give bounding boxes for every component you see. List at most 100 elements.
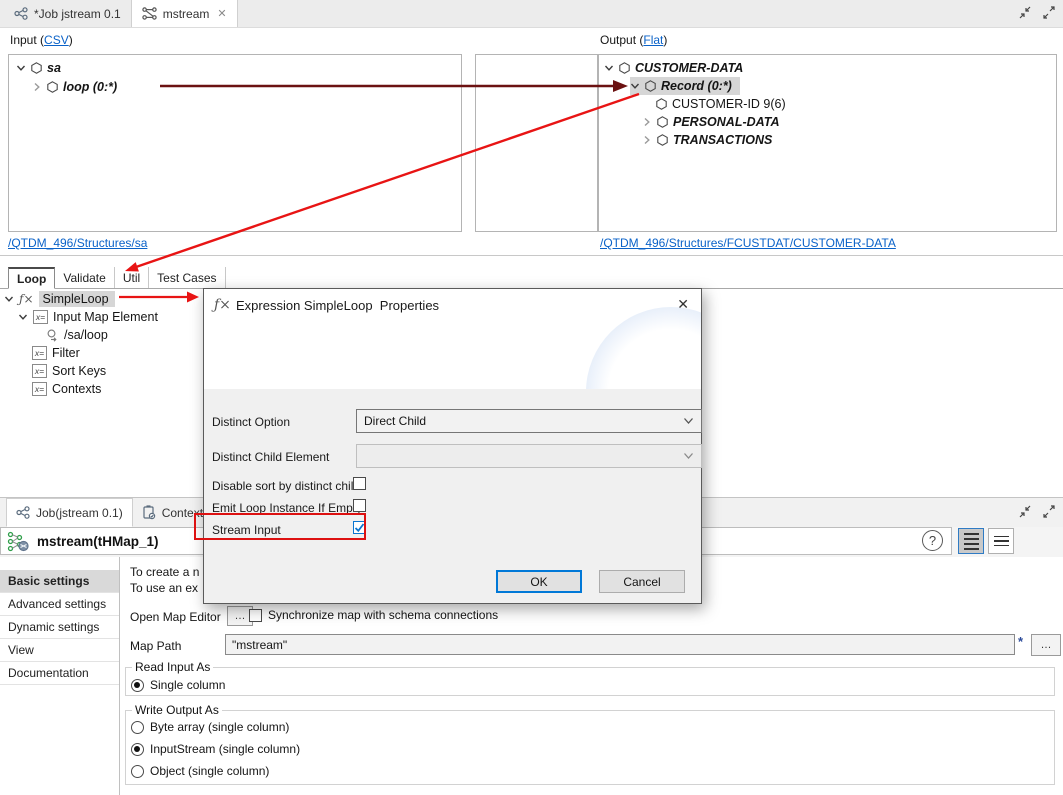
decorative-gradient xyxy=(586,307,701,389)
tree-item-label: loop (0:*) xyxy=(63,80,117,94)
tab-job-jstream[interactable]: *Job jstream 0.1 xyxy=(4,0,131,27)
minimize-view-icon[interactable] xyxy=(1017,5,1033,23)
thmap-component-icon xyxy=(7,531,29,552)
hexagon-icon xyxy=(657,134,668,146)
tree-item-contexts[interactable]: x= Contexts xyxy=(32,380,101,398)
tab-mstream[interactable]: mstream ✕ xyxy=(131,0,238,27)
tab-label: Loop xyxy=(17,272,46,286)
sidebar-item-basic-settings[interactable]: Basic settings xyxy=(0,570,119,593)
tree-item-filter[interactable]: x= Filter xyxy=(32,344,80,362)
map-path-browse-button[interactable]: … xyxy=(1031,634,1061,656)
map-path-field[interactable]: "mstream" xyxy=(225,634,1015,655)
sidebar-item-documentation[interactable]: Documentation xyxy=(0,662,119,685)
tab-util[interactable]: Util xyxy=(115,267,149,288)
minimize-view-icon[interactable] xyxy=(1017,504,1033,522)
input-structure-link[interactable]: /QTDM_496/Structures/sa xyxy=(8,236,147,250)
object-radio[interactable] xyxy=(131,765,144,778)
chevron-right-icon xyxy=(32,82,42,92)
input-label: Input ( xyxy=(10,33,44,47)
bar xyxy=(964,533,979,535)
sidebar-item-view[interactable]: View xyxy=(0,639,119,662)
tree-item-label: /sa/loop xyxy=(64,328,108,342)
tab-label: Validate xyxy=(63,271,105,285)
fx-icon: ƒ× xyxy=(214,299,231,311)
variable-icon: x= xyxy=(32,364,47,378)
tree-item-loop[interactable]: loop (0:*) xyxy=(32,78,117,96)
dialog-title: Expression SimpleLoop Properties xyxy=(236,298,439,313)
tab-loop[interactable]: Loop xyxy=(8,267,55,289)
chevron-down-icon xyxy=(683,417,694,425)
disable-sort-label: Disable sort by distinct child xyxy=(212,479,360,493)
tree-item-label: Sort Keys xyxy=(52,364,106,378)
distinct-option-select[interactable]: Direct Child xyxy=(356,409,702,433)
hexagon-icon xyxy=(657,116,668,128)
tree-item-input-map-element[interactable]: x= Input Map Element xyxy=(18,308,158,326)
write-object-option: Object (single column) xyxy=(131,763,269,779)
tree-item-label: Filter xyxy=(52,346,80,360)
tab-label: Util xyxy=(123,271,140,285)
tab-label: Test Cases xyxy=(157,271,216,285)
byte-array-radio[interactable] xyxy=(131,721,144,734)
tree-item-sa-loop-path[interactable]: /sa/loop xyxy=(46,326,108,344)
tree-item-label: CUSTOMER-ID 9(6) xyxy=(672,97,786,111)
chevron-down-icon xyxy=(4,294,14,304)
hint-text-line1: To create a n xyxy=(130,565,199,579)
bar xyxy=(964,548,979,550)
hexagon-icon xyxy=(31,62,42,74)
tree-item-sa[interactable]: sa xyxy=(16,59,61,77)
hexagon-icon xyxy=(47,81,58,93)
tab-label: Job(jstream 0.1) xyxy=(36,506,123,520)
maximize-view-icon[interactable] xyxy=(1041,504,1057,522)
help-icon[interactable]: ? xyxy=(922,530,943,551)
emit-loop-checkbox[interactable] xyxy=(353,499,366,512)
sidebar-item-dynamic-settings[interactable]: Dynamic settings xyxy=(0,616,119,639)
hint-text-line2: To use an ex xyxy=(130,581,198,595)
tree-item-simpleloop[interactable]: ƒ× SimpleLoop xyxy=(4,290,115,308)
tab-test-cases[interactable]: Test Cases xyxy=(149,267,225,288)
output-structure-link[interactable]: /QTDM_496/Structures/FCUSTDAT/CUSTOMER-D… xyxy=(600,236,896,250)
tree-item-label: CUSTOMER-DATA xyxy=(635,61,743,75)
distinct-child-select[interactable] xyxy=(356,444,702,468)
close-icon[interactable]: ✕ xyxy=(677,296,689,313)
write-output-as-legend: Write Output As xyxy=(132,703,222,717)
tree-item-customer-id[interactable]: CUSTOMER-ID 9(6) xyxy=(656,95,786,113)
tree-item-customer-data[interactable]: CUSTOMER-DATA xyxy=(604,59,743,77)
output-panel-header: Output (Flat) xyxy=(600,33,667,47)
map-path-label: Map Path xyxy=(130,639,181,653)
tree-item-label: TRANSACTIONS xyxy=(673,133,772,147)
cancel-button[interactable]: Cancel xyxy=(599,570,685,593)
chevron-right-icon xyxy=(642,117,652,127)
tree-item-transactions[interactable]: TRANSACTIONS xyxy=(642,131,772,149)
app-window: *Job jstream 0.1 mstream ✕ xyxy=(0,0,1063,795)
tree-item-sort-keys[interactable]: x= Sort Keys xyxy=(32,362,106,380)
input-format-link[interactable]: CSV xyxy=(44,33,69,47)
variable-icon: x= xyxy=(32,346,47,360)
sync-map-checkbox[interactable] xyxy=(249,609,262,622)
component-title: mstream(tHMap_1) xyxy=(37,534,159,549)
tab-job-view[interactable]: Job(jstream 0.1) xyxy=(6,498,133,527)
close-tab-icon[interactable]: ✕ xyxy=(217,7,226,20)
ok-button[interactable]: OK xyxy=(496,570,582,593)
tree-item-label: PERSONAL-DATA xyxy=(673,115,779,129)
disable-sort-checkbox[interactable] xyxy=(353,477,366,490)
variable-icon: x= xyxy=(32,382,47,396)
single-column-label: Single column xyxy=(150,678,225,692)
sync-map-option: Synchronize map with schema connections xyxy=(249,607,498,623)
maximize-view-icon[interactable] xyxy=(1041,5,1057,23)
output-format-link[interactable]: Flat xyxy=(643,33,663,47)
view-toggle-detailed-icon[interactable] xyxy=(958,528,984,554)
view-toggle-compact-icon[interactable] xyxy=(988,528,1014,554)
context-clipboard-icon xyxy=(142,505,156,520)
tab-validate[interactable]: Validate xyxy=(55,267,114,288)
tree-item-label: Input Map Element xyxy=(53,310,158,324)
hexagon-icon xyxy=(619,62,630,74)
inputstream-radio[interactable] xyxy=(131,743,144,756)
job-icon xyxy=(14,7,28,20)
single-column-radio[interactable] xyxy=(131,679,144,692)
read-input-as-legend: Read Input As xyxy=(132,660,213,674)
bar xyxy=(994,540,1009,542)
tree-item-record[interactable]: Record (0:*) xyxy=(630,77,740,95)
input-panel-header: Input (CSV) xyxy=(10,33,73,47)
sidebar-item-advanced-settings[interactable]: Advanced settings xyxy=(0,593,119,616)
tree-item-personal-data[interactable]: PERSONAL-DATA xyxy=(642,113,779,131)
